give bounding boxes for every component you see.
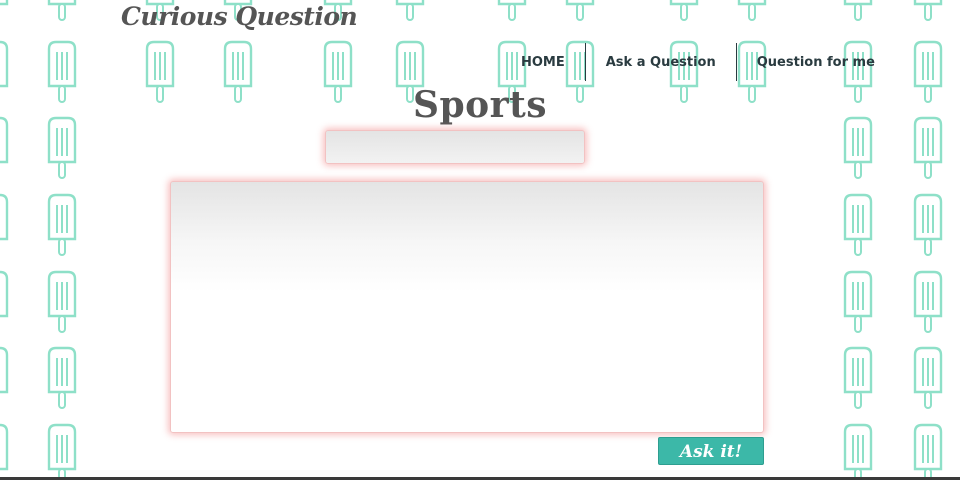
popsicle-icon [0, 116, 9, 164]
popsicle-icon [843, 0, 873, 21]
page: Curious Question HOME Ask a Question Que… [0, 0, 960, 480]
popsicle-icon [0, 270, 9, 318]
popsicle-icon [843, 270, 873, 333]
popsicle-icon [497, 0, 527, 21]
popsicle-icon [843, 116, 873, 179]
main-nav: HOME Ask a Question Question for me [505, 43, 875, 81]
popsicle-icon [913, 116, 943, 179]
popsicle-icon [843, 193, 873, 256]
popsicle-icon [913, 270, 943, 333]
popsicle-icon [913, 193, 943, 256]
popsicle-icon [843, 346, 873, 409]
popsicle-icon [0, 423, 9, 471]
popsicle-icon [47, 193, 77, 256]
popsicle-icon [913, 346, 943, 409]
question-textarea[interactable] [170, 181, 764, 433]
site-logo[interactable]: Curious Question [121, 0, 358, 34]
popsicle-icon [0, 193, 9, 241]
popsicle-icon [47, 423, 77, 480]
page-title: Sports [412, 84, 548, 126]
popsicle-icon [47, 270, 77, 333]
popsicle-icon [669, 0, 699, 21]
popsicle-icon [843, 423, 873, 480]
popsicle-icon [913, 0, 943, 21]
ask-it-button[interactable]: Ask it! [658, 437, 764, 465]
popsicle-icon [913, 423, 943, 480]
nav-ask-question-link[interactable]: Ask a Question [586, 55, 736, 70]
nav-home-link[interactable]: HOME [505, 55, 585, 70]
popsicle-icon [0, 346, 9, 394]
popsicle-icon [0, 0, 9, 6]
popsicle-icon [47, 0, 77, 21]
nav-question-for-me-link[interactable]: Question for me [737, 55, 875, 70]
question-subject-input[interactable] [325, 130, 585, 164]
popsicle-icon [737, 0, 767, 21]
popsicle-icon [565, 0, 595, 21]
popsicle-icon [395, 0, 425, 21]
popsicle-icon [47, 346, 77, 409]
popsicle-icon [47, 116, 77, 179]
